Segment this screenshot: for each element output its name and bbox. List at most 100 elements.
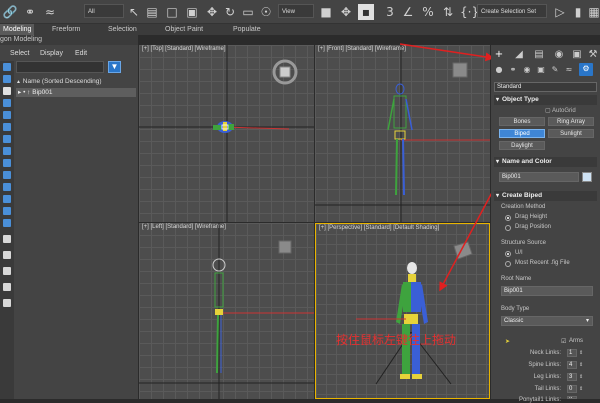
display-children-icon[interactable]	[3, 283, 11, 291]
viewport-perspective[interactable]: [+] [Perspective] [Standard] [Default Sh…	[315, 223, 490, 399]
ring-array-button[interactable]: Ring Array	[548, 117, 594, 126]
angle-snap-icon[interactable]: ∠	[400, 4, 416, 20]
leg-links-spinner[interactable]: 3	[567, 373, 577, 381]
unlink-icon[interactable]: ⚭	[22, 4, 38, 20]
select-object-icon[interactable]: ↖	[126, 4, 142, 20]
lights-icon[interactable]: ◉	[521, 64, 533, 76]
menu-select[interactable]: Select	[10, 48, 29, 60]
filter-icon[interactable]: ▼	[108, 61, 121, 73]
drag-position-radio[interactable]	[505, 225, 511, 231]
select-and-move-icon[interactable]: ✥	[204, 4, 220, 20]
display-space-warps-icon[interactable]	[3, 123, 11, 131]
display-object-xrefs-icon[interactable]	[3, 147, 11, 155]
systems-icon[interactable]: ⚙	[579, 63, 593, 76]
category-dropdown[interactable]: Standard	[494, 82, 597, 92]
arms-checkbox[interactable]: ☑	[561, 338, 566, 345]
display-frozen-icon[interactable]	[3, 183, 11, 191]
window-crossing-icon[interactable]: ▣	[184, 4, 200, 20]
select-and-scale-icon[interactable]: ▭	[240, 4, 256, 20]
autogrid-checkbox[interactable]: ▢ AutoGrid	[545, 107, 576, 114]
explorer-column-header[interactable]: ▲ Name (Sorted Descending)	[16, 77, 136, 86]
named-selection-sets-dropdown[interactable]: Create Selection Set	[477, 4, 547, 18]
spinner-arrows-icon[interactable]: ⇕	[579, 361, 584, 369]
space-warps-icon[interactable]: ≈	[563, 64, 575, 76]
display-hidden-icon[interactable]	[3, 195, 11, 203]
keyboard-shortcut-override-icon[interactable]: ▪	[358, 4, 374, 20]
neck-links-spinner[interactable]: 1	[567, 349, 577, 357]
layer-explorer-icon[interactable]: ▦	[586, 4, 600, 20]
object-color-swatch[interactable]	[582, 172, 592, 182]
display-invert-icon[interactable]	[3, 235, 11, 243]
edit-named-selection-icon[interactable]: {·}	[460, 4, 479, 20]
ui-radio[interactable]	[505, 251, 511, 257]
rectangular-selection-icon[interactable]: □	[164, 4, 180, 20]
rollout-create-biped[interactable]: Create Biped	[494, 191, 597, 201]
drag-height-radio[interactable]	[505, 215, 511, 221]
tree-row[interactable]: ▸ • ↑ Bip001	[16, 88, 136, 97]
snaps-toggle-icon[interactable]: 3	[382, 4, 398, 20]
body-type-dropdown[interactable]: Classic ▾	[501, 316, 593, 326]
create-tab-plus-icon[interactable]: +	[493, 49, 505, 61]
modify-tab-icon[interactable]: ◢	[513, 49, 525, 61]
viewport-left[interactable]: [+] [Left] [Standard] [Wireframe]	[139, 223, 314, 399]
select-by-name-icon[interactable]: ▤	[144, 4, 160, 20]
display-helpers-icon[interactable]	[3, 111, 11, 119]
select-and-place-icon[interactable]: ☉	[258, 4, 274, 20]
sync-selection-icon[interactable]	[3, 251, 11, 259]
display-groups-icon[interactable]	[3, 135, 11, 143]
visibility-eye-icon[interactable]: •	[23, 89, 25, 96]
bones-button[interactable]: Bones	[499, 117, 545, 126]
percent-snap-icon[interactable]: %	[420, 4, 436, 20]
rollout-name-and-color[interactable]: Name and Color	[494, 157, 597, 167]
tab-object-paint[interactable]: Object Paint	[165, 24, 203, 35]
root-name-field[interactable]: Bip001	[501, 286, 593, 296]
link-icon[interactable]: 🔗	[2, 4, 18, 20]
display-influences-icon[interactable]	[3, 299, 11, 307]
display-geometry-icon[interactable]	[3, 63, 11, 71]
hierarchy-tab-icon[interactable]: ▤	[533, 49, 545, 61]
align-icon[interactable]: ▮	[570, 4, 586, 20]
menu-display[interactable]: Display	[40, 48, 63, 60]
display-tab-icon[interactable]: ▣	[571, 49, 583, 61]
display-containers-icon[interactable]	[3, 171, 11, 179]
selection-filter-dropdown[interactable]: All	[84, 4, 124, 18]
display-shapes-icon[interactable]	[3, 75, 11, 83]
viewport-top[interactable]: [+] [Top] [Standard] [Wireframe]	[139, 45, 314, 222]
tab-modeling[interactable]: Modeling	[0, 24, 35, 35]
lock-cell-editing-icon[interactable]	[3, 267, 11, 275]
sunlight-button[interactable]: Sunlight	[548, 129, 594, 138]
biped-button[interactable]: Biped	[499, 129, 545, 138]
object-name-field[interactable]: Bip001	[499, 172, 579, 182]
select-and-rotate-icon[interactable]: ↻	[222, 4, 238, 20]
most-recent-fig-radio[interactable]	[505, 261, 511, 267]
reference-coordinate-dropdown[interactable]: View	[278, 4, 314, 18]
daylight-button[interactable]: Daylight	[499, 141, 545, 150]
geometry-icon[interactable]: ●	[493, 64, 505, 76]
explorer-search-input[interactable]	[16, 61, 104, 73]
tab-selection[interactable]: Selection	[108, 24, 137, 35]
display-cameras-icon[interactable]	[3, 99, 11, 107]
mirror-icon[interactable]: ▷	[552, 4, 568, 20]
tab-populate[interactable]: Populate	[233, 24, 261, 35]
spinner-arrows-icon[interactable]: ⇕	[579, 385, 584, 393]
spine-links-spinner[interactable]: 4	[567, 361, 577, 369]
viewport-front[interactable]: [+] [Front] [Standard] [Wireframe]	[315, 45, 490, 222]
utilities-tab-icon[interactable]: ⚒	[587, 49, 599, 61]
display-lights-icon[interactable]	[3, 87, 11, 95]
select-manipulate-icon[interactable]: ✥	[338, 4, 354, 20]
bind-space-warp-icon[interactable]: ≈	[42, 4, 58, 20]
spinner-arrows-icon[interactable]: ⇕	[579, 373, 584, 381]
motion-tab-icon[interactable]: ◉	[553, 49, 565, 61]
expand-icon[interactable]: ▸	[18, 89, 21, 96]
helpers-icon[interactable]: ✎	[549, 64, 561, 76]
spinner-snap-icon[interactable]: ⇅	[440, 4, 456, 20]
spinner-arrows-icon[interactable]: ⇕	[579, 349, 584, 357]
shapes-icon[interactable]: ⚭	[507, 64, 519, 76]
cameras-icon[interactable]: ▣	[535, 64, 547, 76]
tail-links-spinner[interactable]: 0	[567, 385, 577, 393]
menu-edit[interactable]: Edit	[75, 48, 87, 60]
autogrid-box[interactable]: ▢	[545, 108, 551, 114]
display-bone-objects-icon[interactable]	[3, 159, 11, 167]
display-none-icon[interactable]	[3, 219, 11, 227]
pivot-center-icon[interactable]: ■	[318, 4, 334, 20]
